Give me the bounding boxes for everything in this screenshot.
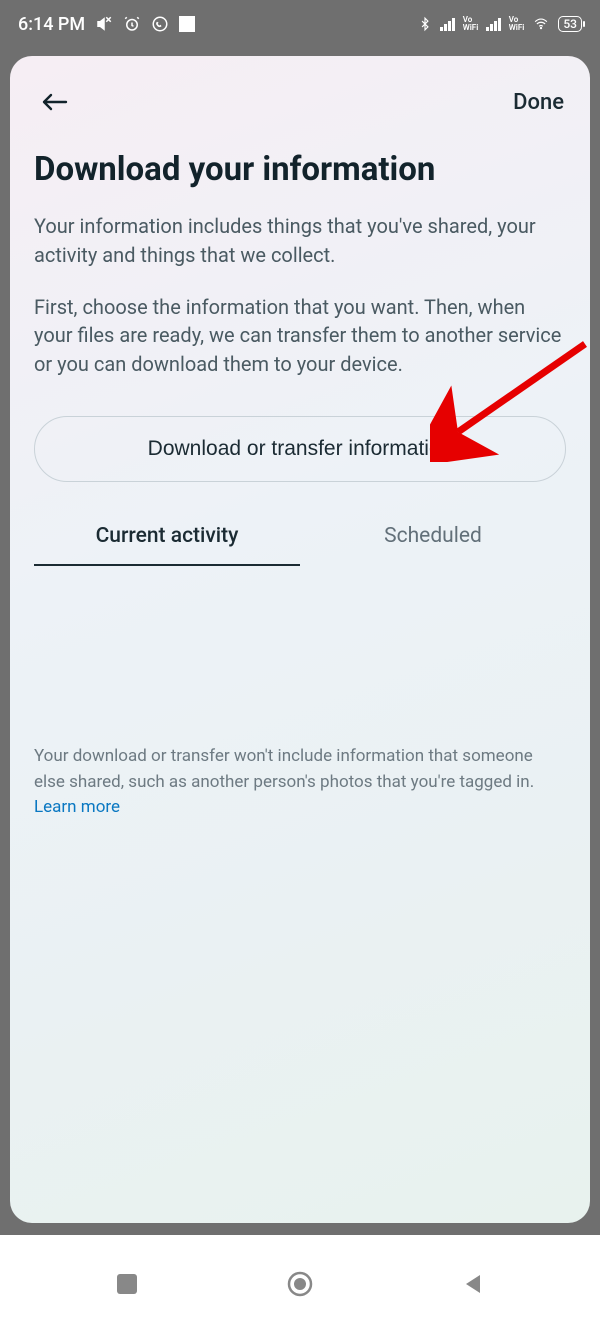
bluetooth-icon [418,15,432,33]
signal-2-icon [486,17,501,31]
status-time: 6:14 PM [18,14,85,35]
footer-note: Your download or transfer won't include … [34,744,566,821]
page-desc-2: First, choose the information that you w… [34,293,566,378]
download-transfer-button[interactable]: Download or transfer information [34,416,566,482]
alarm-icon [123,15,141,33]
status-bar: 6:14 PM [0,0,600,48]
nav-back-button[interactable] [433,1254,513,1314]
tabs: Current activity Scheduled [34,524,566,566]
page-title: Download your information [34,152,566,188]
nav-recent-button[interactable] [87,1254,167,1314]
vowifi-1-icon: VoWiFi [463,16,479,32]
tab-current-activity[interactable]: Current activity [34,524,300,566]
battery-icon: 53 [558,16,582,32]
android-nav-bar [0,1235,600,1333]
whatsapp-icon [151,15,169,33]
signal-1-icon [440,17,455,31]
back-button[interactable] [40,86,72,118]
tab-scheduled[interactable]: Scheduled [300,524,566,566]
vowifi-2-icon: VoWiFi [509,16,525,32]
done-button[interactable]: Done [513,90,564,115]
mute-icon [95,15,113,33]
footer-note-text: Your download or transfer won't include … [34,746,534,792]
main-card: Done Download your information Your info… [10,56,590,1223]
nav-home-button[interactable] [260,1254,340,1314]
notification-icon [179,16,195,32]
wifi-icon [532,17,550,31]
learn-more-link[interactable]: Learn more [34,797,120,817]
page-desc-1: Your information includes things that yo… [34,212,566,269]
